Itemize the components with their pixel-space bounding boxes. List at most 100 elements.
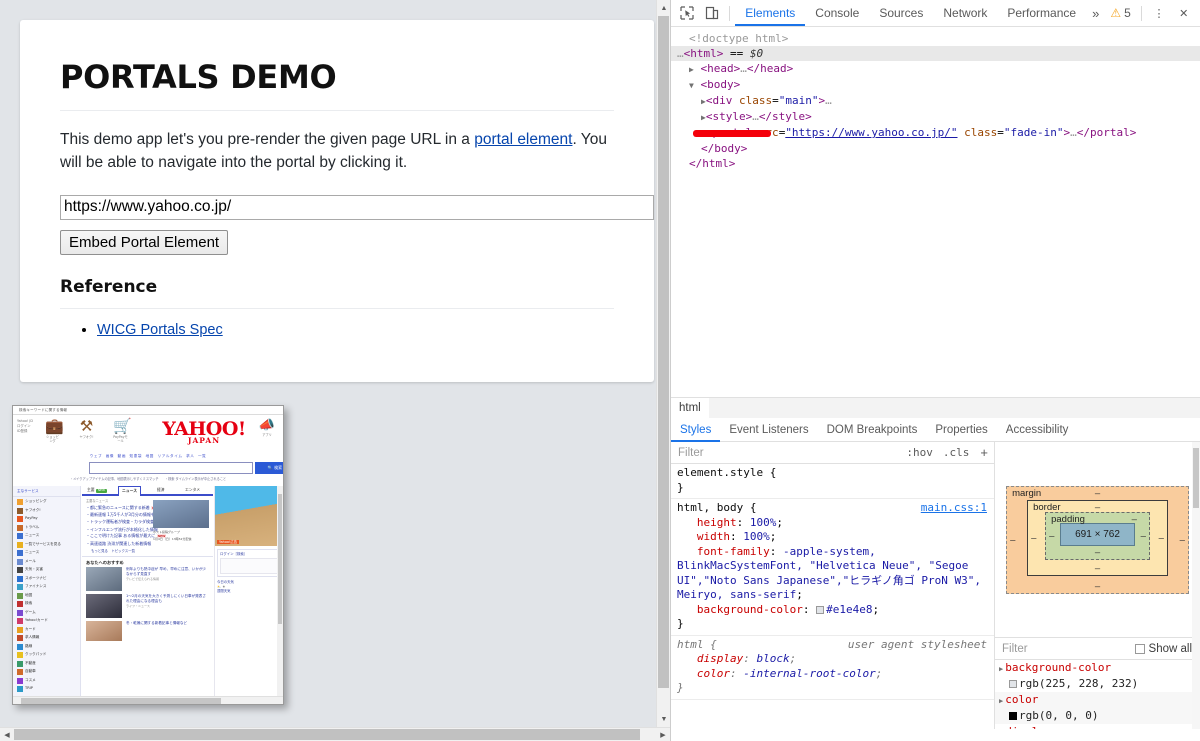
expand-triangle-icon[interactable]: ▶ xyxy=(689,65,694,74)
yahoo-search-button[interactable]: 🔍 検索 xyxy=(255,462,283,474)
sidebar-item[interactable]: 路線 xyxy=(13,642,80,650)
computed-property-color[interactable]: ▶ color rgb(0, 0, 0) xyxy=(995,692,1200,724)
cart-icon[interactable]: 🛒 PayPayモール xyxy=(113,418,132,444)
dom-line-html-close[interactable]: </html> xyxy=(671,156,1200,171)
css-source-link[interactable]: main.css:1 xyxy=(921,501,987,516)
warning-count-badge[interactable]: ⚠ 5 xyxy=(1105,6,1135,20)
more-tabs-chevron-icon[interactable]: » xyxy=(1086,6,1105,21)
show-all-checkbox[interactable] xyxy=(1134,643,1145,654)
dom-line-style[interactable]: ▶<style>…</style> xyxy=(671,109,1200,125)
margin-top-value[interactable]: – xyxy=(1095,488,1100,499)
property-value[interactable]: #e1e4e8 xyxy=(826,603,872,616)
css-declaration[interactable]: height: 100%; xyxy=(671,516,994,531)
nav-item[interactable]: 地図 xyxy=(146,454,154,458)
briefcase-icon[interactable]: 💼 ショッピング xyxy=(45,418,64,444)
expand-triangle-icon[interactable]: ▶ xyxy=(999,697,1003,705)
property-name[interactable]: background-color xyxy=(697,603,803,616)
padding-left-value[interactable]: – xyxy=(1049,530,1054,541)
sidebar-item[interactable]: 不動産 xyxy=(13,659,80,667)
sidebar-item[interactable]: ニュース xyxy=(13,531,80,540)
tab-dom-breakpoints[interactable]: DOM Breakpoints xyxy=(818,418,927,442)
sidebar-item[interactable]: 天気・災害 xyxy=(13,565,80,574)
sidebar-item[interactable]: ゲーム xyxy=(13,608,80,616)
sidebar-item[interactable]: 自動車 xyxy=(13,667,80,676)
portal-preview-yahoo[interactable]: 検索キーワードに関する情報 Yahoo! JD ログイン ID登録 💼 ショッピン… xyxy=(12,405,284,705)
scrollbar-thumb[interactable] xyxy=(14,729,640,740)
nav-item[interactable]: 知恵袋 xyxy=(130,454,143,458)
tab-properties[interactable]: Properties xyxy=(926,418,996,442)
margin-bottom-value[interactable]: – xyxy=(1095,581,1100,592)
box-model-margin[interactable]: margin – – – – border – – – – padding – … xyxy=(1006,485,1189,594)
sidebar-item[interactable]: カード xyxy=(13,625,80,633)
tab-shuyou[interactable]: 主要 NEW xyxy=(84,486,110,495)
tab-elements[interactable]: Elements xyxy=(735,0,805,26)
sidebar-item[interactable]: コスメ xyxy=(13,676,80,684)
list-item[interactable]: 1～2月の天気を大きく予測しにくい日車が発表された理由になる理由も ライフ・ニュ… xyxy=(86,594,209,619)
scroll-right-arrow[interactable]: ▶ xyxy=(656,728,670,741)
padding-top-value[interactable]: – xyxy=(1132,514,1137,525)
scrollbar-thumb[interactable] xyxy=(278,494,282,624)
computed-scrollbar[interactable] xyxy=(1192,442,1200,729)
more-topics-link[interactable]: もっと見る トピックス一覧 xyxy=(91,549,209,553)
dom-line-body[interactable]: ▼ <body> xyxy=(671,77,1200,93)
scrollbar-thumb[interactable] xyxy=(1193,448,1199,508)
kebab-menu-icon[interactable]: ⋮ xyxy=(1147,1,1172,25)
new-style-rule-button[interactable]: + xyxy=(974,445,994,460)
portal-url-input[interactable] xyxy=(60,194,654,220)
border-left-value[interactable]: – xyxy=(1031,532,1036,543)
scrollbar-thumb[interactable] xyxy=(658,16,669,688)
close-icon[interactable]: ✕ xyxy=(1171,1,1196,25)
box-model-content-size[interactable]: 691 × 762 xyxy=(1060,522,1135,546)
property-name[interactable]: font-family xyxy=(697,545,770,558)
sidebar-item[interactable]: Yahoo!カード xyxy=(13,616,80,625)
device-toolbar-icon[interactable] xyxy=(700,1,725,25)
computed-property-display[interactable]: ▶display block xyxy=(995,724,1200,729)
yahoo-app-shortcut[interactable]: 📣 アプリ xyxy=(255,419,279,438)
margin-left-value[interactable]: – xyxy=(1010,534,1015,545)
src-attr-value[interactable]: "https://www.yahoo.co.jp/" xyxy=(785,126,957,139)
computed-filter-input[interactable]: Filter xyxy=(995,643,1135,655)
tab-network[interactable]: Network xyxy=(933,0,997,26)
styles-filter-input[interactable]: Filter xyxy=(671,447,901,459)
box-model-padding[interactable]: padding – – – – 691 × 762 xyxy=(1045,511,1150,560)
property-value[interactable]: 100% xyxy=(743,530,770,543)
yahoo-nav[interactable]: ウェブ 画像 動画 知恵袋 地図 リアルタイム 求人 一覧 xyxy=(13,452,283,460)
nav-item[interactable]: リアルタイム xyxy=(158,454,183,458)
scrollbar-thumb[interactable] xyxy=(21,698,221,704)
box-model-diagram[interactable]: margin – – – – border – – – – padding – … xyxy=(995,442,1200,638)
sidebar-item[interactable]: 一覧でサービスを見る xyxy=(13,540,80,548)
css-rule-html-body[interactable]: main.css:1 html, body { height: 100%; wid… xyxy=(671,499,994,636)
css-declaration[interactable]: width: 100%; xyxy=(671,530,994,545)
sidebar-item[interactable]: 検索 xyxy=(13,599,80,608)
sidebar-item[interactable]: クックパッド xyxy=(13,650,80,659)
dom-line-head[interactable]: ▶ <head>…</head> xyxy=(671,61,1200,77)
tab-sources[interactable]: Sources xyxy=(869,0,933,26)
css-declaration-bgcolor[interactable]: background-color: #e1e4e8; xyxy=(671,603,994,618)
list-item[interactable]: 例年よりも熱中症が 早め、早めに注意、いかが少なからず見直す テレビで伝えられる… xyxy=(86,567,209,592)
dom-line-html[interactable]: …<html> == $0 xyxy=(671,46,1200,61)
css-rule-element-style[interactable]: element.style { } xyxy=(671,464,994,499)
list-item[interactable]: 冬・乾燥に関する新着記事と情報など xyxy=(86,621,209,645)
dom-line-body-close[interactable]: </body> xyxy=(671,141,1200,156)
border-right-value[interactable]: – xyxy=(1159,532,1164,543)
css-rule-user-agent[interactable]: user agent stylesheet html { display: blo… xyxy=(671,636,994,700)
property-value[interactable]: 100% xyxy=(750,516,777,529)
advertisement[interactable]: Yahoo!広告 xyxy=(215,486,283,546)
sidebar-item[interactable]: TRIP xyxy=(13,684,80,693)
sidebar-item[interactable]: 地図 xyxy=(13,591,80,599)
collapse-triangle-icon[interactable]: ▼ xyxy=(689,81,694,90)
dom-tree[interactable]: <!doctype html> …<html> == $0 ▶ <head>…<… xyxy=(671,27,1200,397)
color-swatch[interactable] xyxy=(816,605,825,614)
sidebar-item[interactable]: トラベル xyxy=(13,523,80,531)
login-panel-box[interactable] xyxy=(220,558,278,575)
computed-properties-list[interactable]: ▶ background-color rgb(225, 228, 232) ▶ co… xyxy=(995,660,1200,729)
dom-line-div-main[interactable]: ▶<div class="main">… xyxy=(671,93,1200,109)
tab-entame[interactable]: エンタメ xyxy=(182,486,203,495)
yahoo-inner-scrollbar[interactable] xyxy=(277,486,283,696)
breadcrumb-item-html[interactable]: html xyxy=(671,397,709,419)
yahoo-feature-photo[interactable]: ポスト投稿グループ 1月4日（日）13時52分配信 xyxy=(153,500,209,541)
sidebar-item[interactable]: スポーツナビ xyxy=(13,574,80,582)
computed-property-background-color[interactable]: ▶ background-color rgb(225, 228, 232) xyxy=(995,660,1200,692)
scroll-left-arrow[interactable]: ◀ xyxy=(0,728,14,741)
tab-performance[interactable]: Performance xyxy=(997,0,1086,26)
